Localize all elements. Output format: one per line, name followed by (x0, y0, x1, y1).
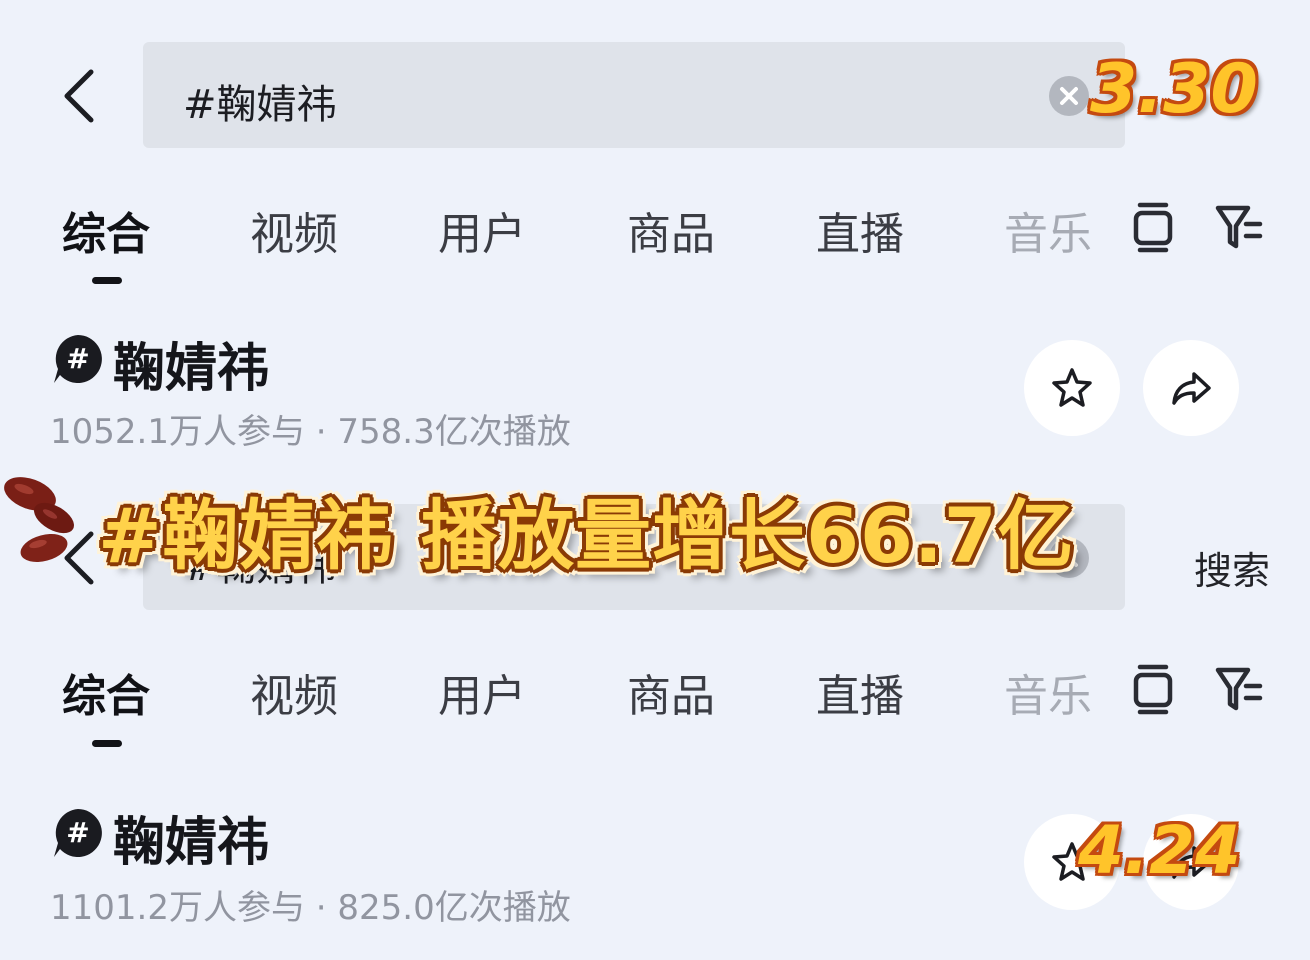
back-arrow-icon (64, 69, 94, 123)
star-icon (1052, 368, 1092, 407)
tab-bar: 综合 视频 用户 商品 直播 音乐 (0, 198, 1310, 278)
tab-comprehensive[interactable]: 综合 (62, 198, 150, 262)
tab-video[interactable]: 视频 (250, 660, 338, 724)
tab-live[interactable]: 直播 (816, 198, 904, 262)
tab-music[interactable]: 音乐 (1004, 198, 1092, 262)
svg-text:#: # (66, 816, 89, 849)
tab-live[interactable]: 直播 (816, 660, 904, 724)
red-beans-icon (0, 468, 100, 568)
filter-icon[interactable] (1214, 200, 1264, 254)
search-input[interactable]: #鞠婧祎 (143, 42, 1125, 148)
tab-users[interactable]: 用户 (438, 198, 526, 262)
topic-stats: 1052.1万人参与 · 758.3亿次播放 (50, 412, 571, 452)
tab-bar: 综合 视频 用户 商品 直播 音乐 (0, 660, 1310, 740)
tab-products[interactable]: 商品 (627, 660, 715, 724)
tab-comprehensive[interactable]: 综合 (62, 660, 150, 724)
search-query: #鞠婧祎 (183, 82, 337, 128)
share-arrow-icon (1172, 372, 1211, 405)
layout-toggle-icon[interactable] (1128, 662, 1178, 716)
filter-icon[interactable] (1214, 662, 1264, 716)
tab-products[interactable]: 商品 (627, 198, 715, 262)
tab-active-indicator (92, 740, 122, 747)
share-button[interactable] (1143, 340, 1239, 436)
screenshot-top: #鞠婧祎 综合 视频 用户 商品 直播 音乐 # 鞠婧祎 1052.1万人参与 … (0, 0, 1310, 470)
hashtag-topic-icon: # (52, 807, 104, 859)
date-label-top: 3.30 (1090, 50, 1258, 129)
date-label-bottom: 4.24 (1078, 812, 1241, 889)
growth-headline: #鞠婧祎 播放量增长66.7亿 (98, 491, 1075, 580)
back-button[interactable] (55, 66, 105, 126)
favorite-button[interactable] (1024, 340, 1120, 436)
tab-active-indicator (92, 277, 122, 284)
clear-icon[interactable] (1049, 76, 1089, 116)
topic-title[interactable]: 鞠婧祎 (113, 800, 269, 875)
tab-users[interactable]: 用户 (438, 660, 526, 724)
topic-title[interactable]: 鞠婧祎 (113, 326, 269, 401)
search-button[interactable]: 搜索 (1194, 540, 1270, 595)
svg-text:#: # (66, 342, 89, 375)
topic-stats: 1101.2万人参与 · 825.0亿次播放 (50, 888, 571, 928)
hashtag-topic-icon: # (52, 333, 104, 385)
layout-toggle-icon[interactable] (1128, 200, 1178, 254)
tab-video[interactable]: 视频 (250, 198, 338, 262)
tab-music[interactable]: 音乐 (1004, 660, 1092, 724)
